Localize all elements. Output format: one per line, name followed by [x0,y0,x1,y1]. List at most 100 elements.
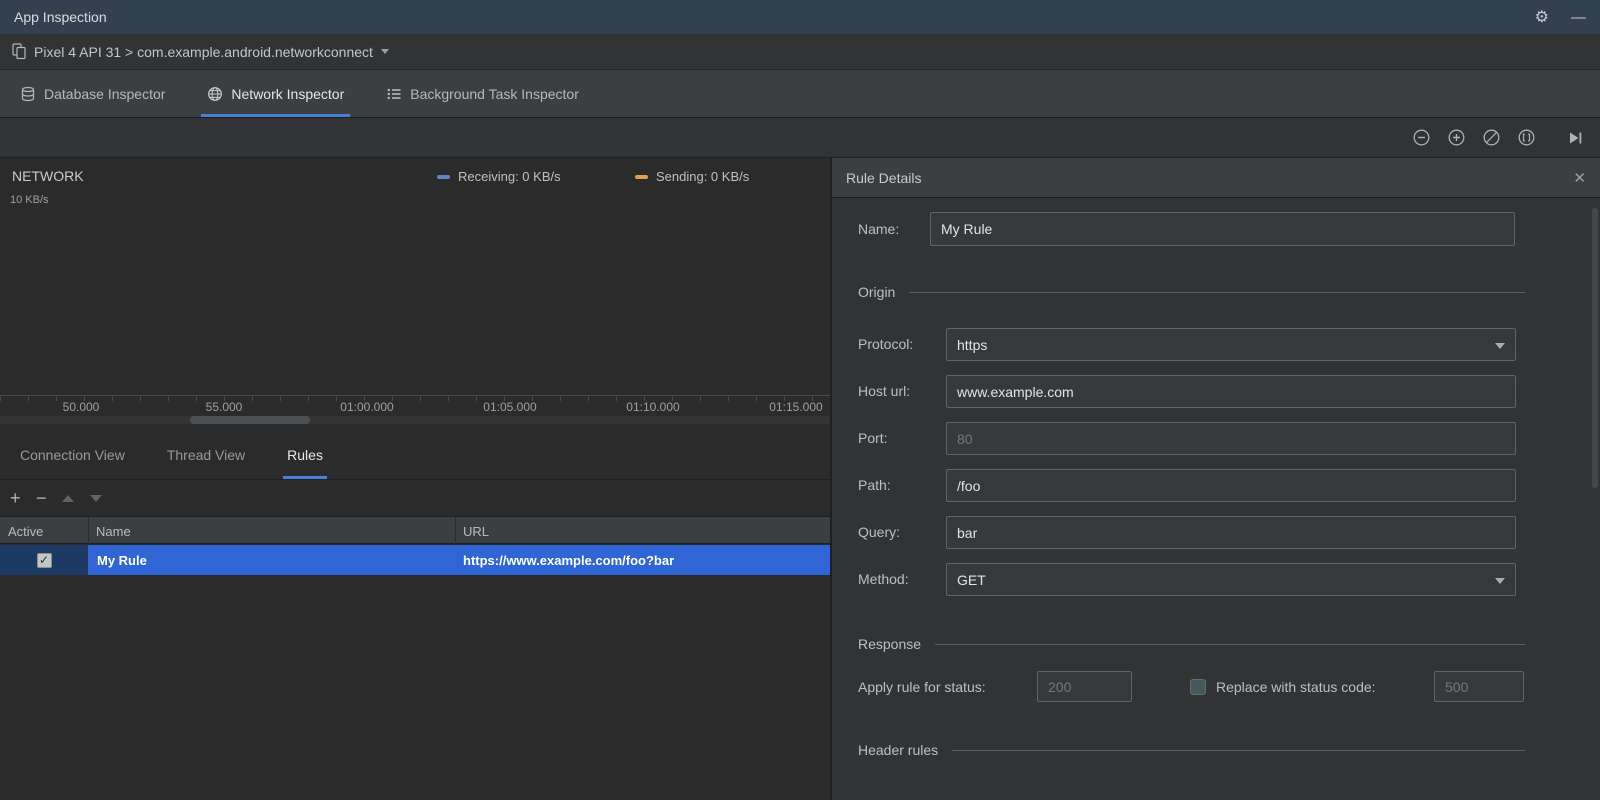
rule-details-panel: Rule Details ✕ Name: Origin Protocol: ht… [832,158,1600,800]
section-divider [935,643,1525,645]
legend-sending-label: Sending: 0 KB/s [656,169,750,184]
sending-color-chip [635,174,648,179]
table-row[interactable]: My Rule https://www.example.com/foo?bar [0,545,830,575]
protocol-dropdown[interactable]: https [946,328,1516,361]
tick-label: 01:10.000 [626,400,680,414]
device-process-selector[interactable]: Pixel 4 API 31 > com.example.android.net… [34,44,373,60]
close-icon[interactable]: ✕ [1573,169,1586,187]
tab-background-task-inspector[interactable]: Background Task Inspector [380,70,585,117]
tab-label: Network Inspector [231,85,345,102]
column-separator [88,517,89,545]
y-axis-max-label: 10 KB/s [10,194,49,206]
section-title: Origin [858,284,896,300]
zoom-out-icon[interactable] [1412,128,1431,147]
rule-active-checkbox[interactable] [36,552,52,568]
method-value: GET [957,571,986,588]
tab-database-inspector[interactable]: Database Inspector [14,70,171,117]
protocol-value: https [957,336,988,353]
query-field[interactable] [946,516,1516,549]
column-separator [455,517,456,545]
timeline-toolbar [0,118,1600,158]
legend-sending: Sending: 0 KB/s [635,169,749,184]
section-title: Header rules [858,742,939,758]
section-title: Response [858,636,922,652]
rule-details-header: Rule Details ✕ [832,158,1600,198]
section-divider [952,749,1525,751]
minimize-icon[interactable]: — [1571,9,1586,26]
tick-label: 01:05.000 [483,400,537,414]
tick-label: 55.000 [205,400,243,414]
remove-rule-button[interactable]: − [36,489,62,507]
time-axis-ticks [0,396,830,401]
jump-to-live-icon[interactable] [1566,129,1584,147]
chevron-down-icon [1495,577,1505,584]
reset-zoom-icon[interactable] [1482,128,1501,147]
replace-status-checkbox[interactable] [1190,679,1206,695]
tab-rules[interactable]: Rules [283,430,327,479]
column-header-name[interactable]: Name [88,517,455,545]
path-field[interactable] [946,469,1516,502]
task-list-icon [386,86,402,102]
rules-table-header: Active Name URL [0,516,830,545]
device-process-bar: Pixel 4 API 31 > com.example.android.net… [0,34,1600,70]
rule-active-cell [0,545,88,575]
gear-icon[interactable]: ⚙ [1535,7,1549,27]
tab-label: Thread View [166,446,246,463]
window-title: App Inspection [14,9,107,25]
section-divider [909,291,1525,293]
legend-receiving-label: Receiving: 0 KB/s [458,169,561,184]
main-area: NETWORK 10 KB/s Receiving: 0 KB/s Sendin… [0,158,1600,800]
rules-toolbar: + − [0,480,830,516]
replace-status-field[interactable] [1434,671,1524,702]
name-field[interactable] [930,212,1515,246]
panel-scrollbar-thumb[interactable] [1592,208,1598,488]
port-field[interactable] [946,422,1516,455]
rule-name-cell: My Rule [88,545,455,575]
title-bar: App Inspection ⚙ — [0,0,1600,34]
rule-url-cell: https://www.example.com/foo?bar [455,545,830,575]
apply-rule-status-label: Apply rule for status: [858,679,986,695]
timeline-scrollbar-thumb[interactable] [190,416,310,424]
panel-title: Rule Details [846,169,922,186]
move-rule-up-button[interactable] [62,494,74,502]
replace-status-label: Replace with status code: [1216,679,1376,695]
apply-status-field[interactable] [1037,671,1132,702]
chart-title: NETWORK [12,168,84,184]
globe-icon [207,86,223,102]
tab-label: Connection View [20,446,125,463]
protocol-label: Protocol: [858,336,914,352]
inspector-tabs: Database Inspector Network Inspector Bac… [0,70,1600,118]
chevron-down-icon [1495,342,1505,349]
app-inspection-window: App Inspection ⚙ — Pixel 4 API 31 > com.… [0,0,1600,800]
zoom-to-selection-icon[interactable] [1517,128,1536,147]
tab-connection-view[interactable]: Connection View [16,430,129,479]
response-section-header: Response [858,636,1525,652]
device-icon [12,43,27,60]
tab-network-inspector[interactable]: Network Inspector [201,70,351,117]
query-label: Query: [858,524,901,540]
add-rule-button[interactable]: + [10,489,36,507]
timeline-scrollbar-track[interactable] [0,416,830,424]
view-tabs: Connection View Thread View Rules [0,430,830,480]
tick-label: 01:15.000 [769,400,823,414]
legend-receiving: Receiving: 0 KB/s [437,169,561,184]
column-header-url[interactable]: URL [455,517,830,545]
origin-section-header: Origin [858,284,1525,300]
method-label: Method: [858,571,909,587]
move-rule-down-button[interactable] [90,494,102,502]
database-icon [20,86,36,102]
name-label: Name: [858,221,900,237]
port-label: Port: [858,430,888,446]
rule-details-form: Name: Origin Protocol: https Host url: P… [832,198,1600,800]
zoom-in-icon[interactable] [1447,128,1466,147]
tab-label: Database Inspector [44,85,166,102]
network-panel: NETWORK 10 KB/s Receiving: 0 KB/s Sendin… [0,158,830,800]
path-label: Path: [858,477,891,493]
method-dropdown[interactable]: GET [946,563,1516,596]
tick-label: 50.000 [62,400,100,414]
host-url-field[interactable] [946,375,1516,408]
column-header-active[interactable]: Active [0,517,88,545]
network-timeline-chart[interactable]: NETWORK 10 KB/s Receiving: 0 KB/s Sendin… [0,158,830,430]
chevron-down-icon[interactable] [380,49,389,54]
tab-thread-view[interactable]: Thread View [163,430,249,479]
